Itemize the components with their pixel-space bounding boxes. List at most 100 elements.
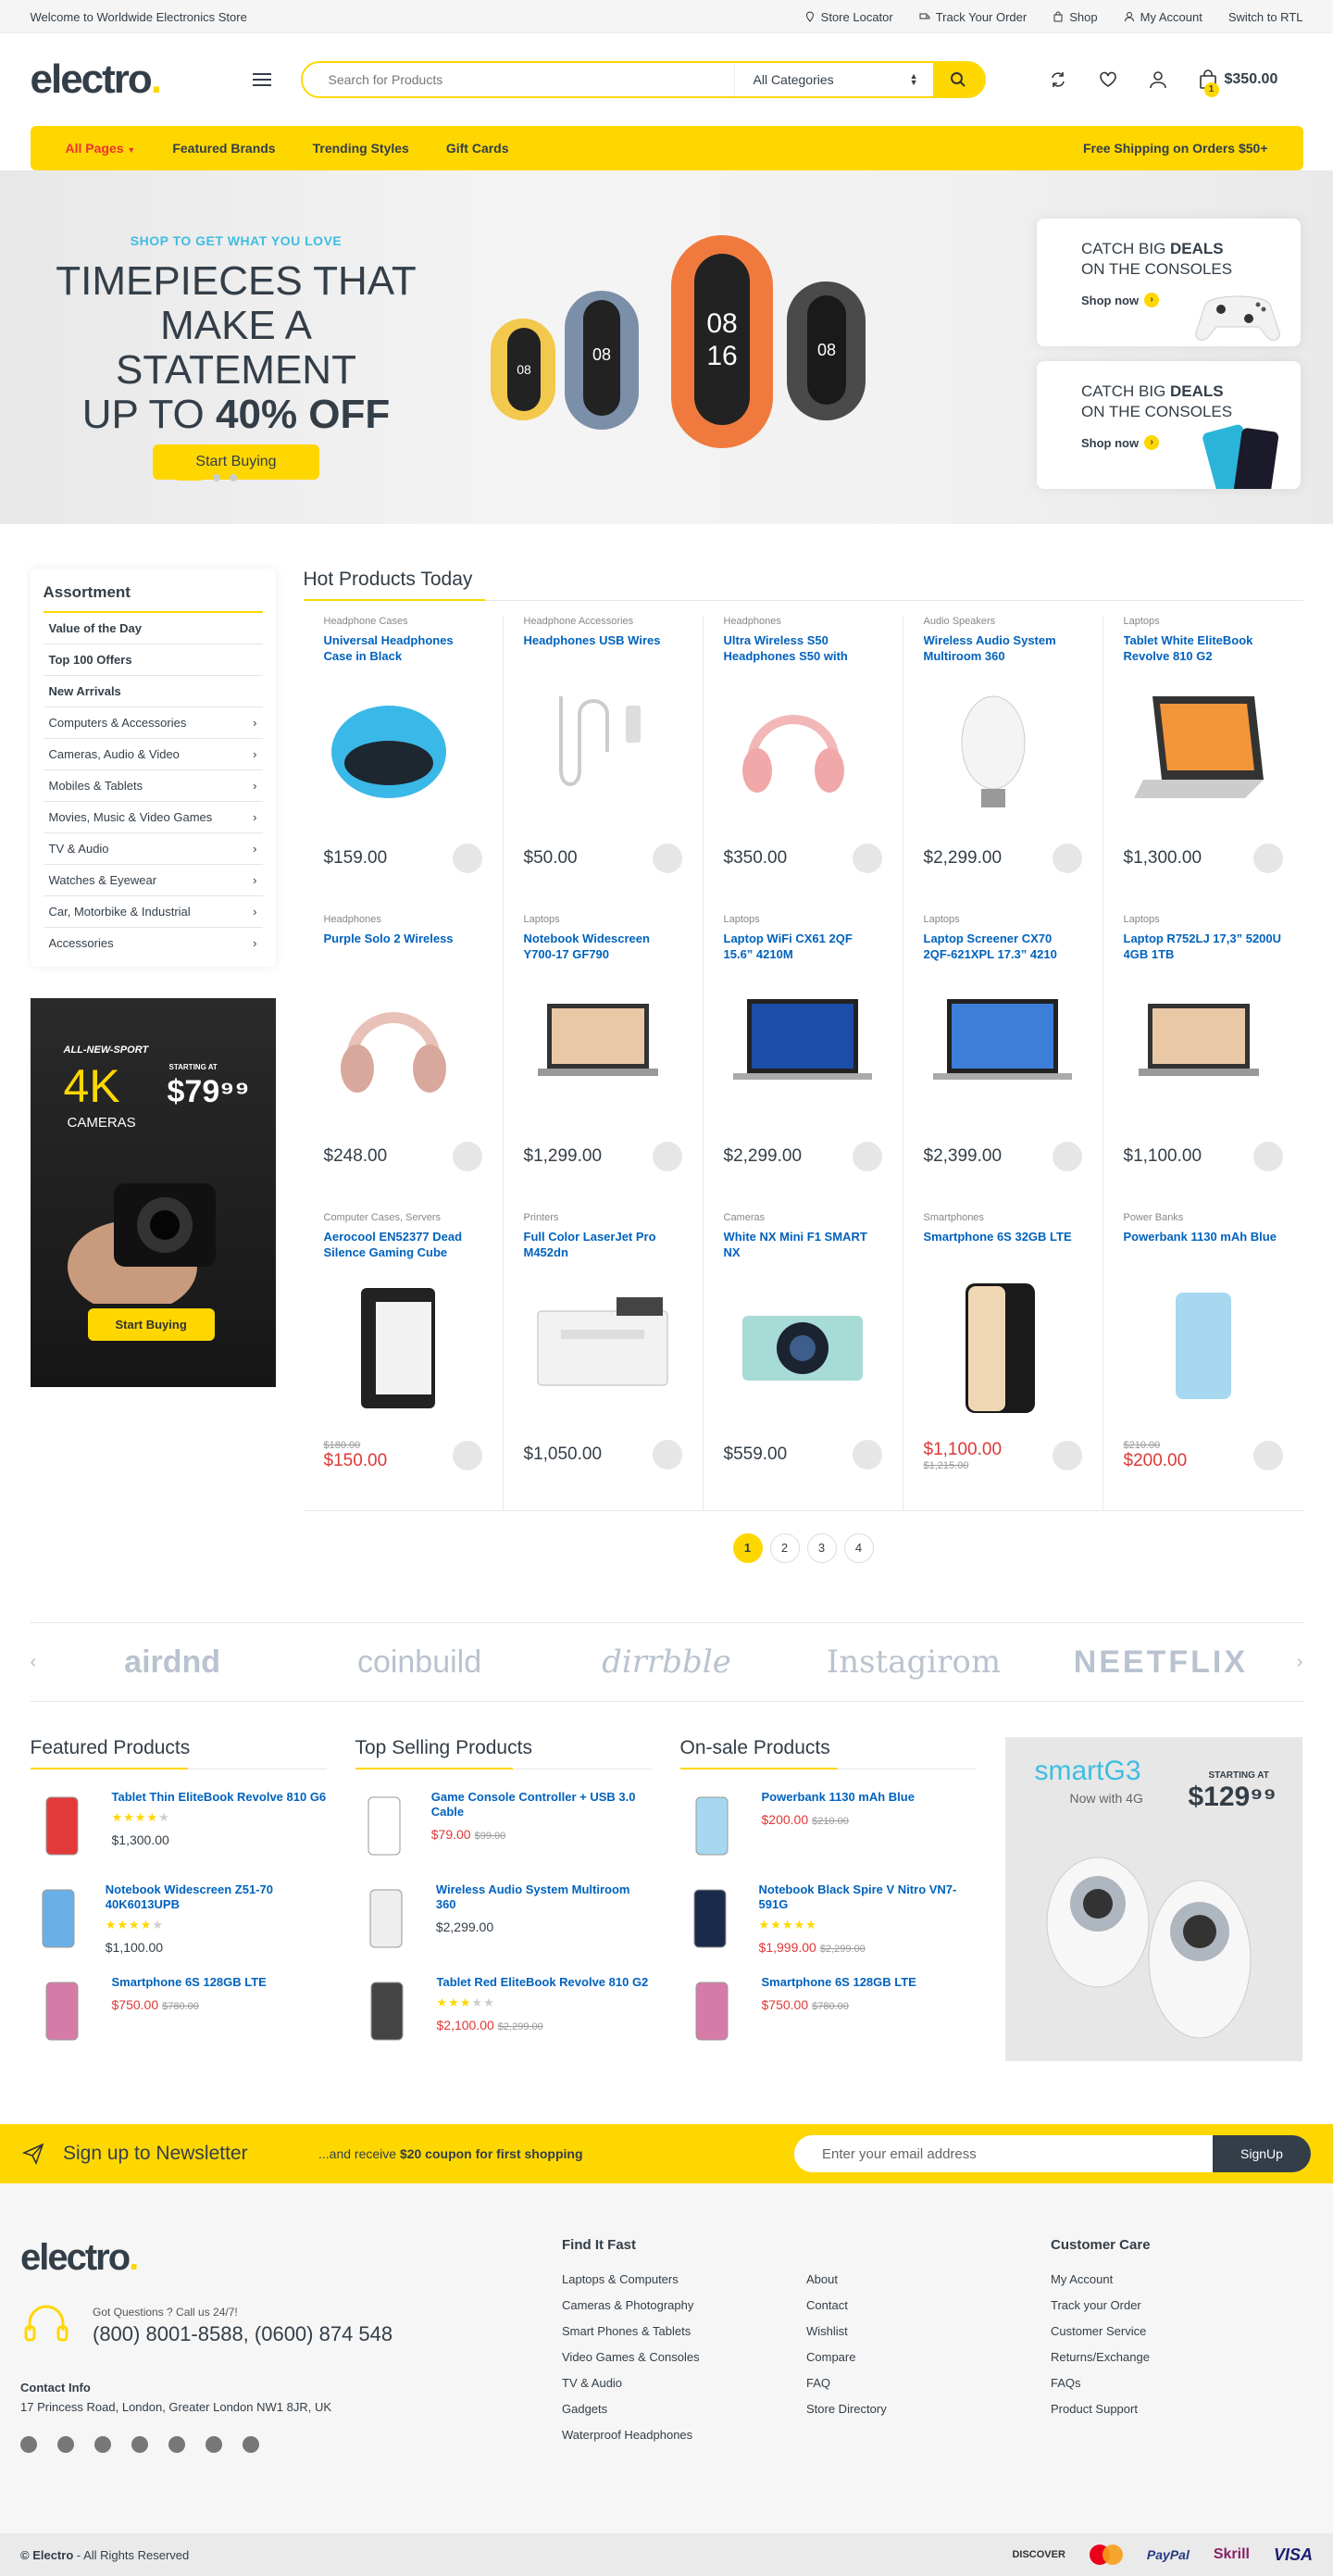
product-name[interactable]: White NX Mini F1 SMART NX: [724, 1229, 882, 1260]
list-item[interactable]: Notebook Black Spire V Nitro VN7-591G ★★★…: [680, 1882, 977, 1955]
product-category[interactable]: Computer Cases, Servers: [324, 1212, 482, 1223]
list-item-name[interactable]: Tablet Thin EliteBook Revolve 810 G6: [112, 1790, 327, 1805]
product-card[interactable]: Laptops Laptop WiFi CX61 2QF 15.6” 4210M $…: [704, 914, 903, 1212]
product-image[interactable]: [724, 673, 882, 821]
list-item-thumb[interactable]: [31, 1790, 93, 1862]
product-image[interactable]: [324, 673, 482, 821]
4k-cameras-ad[interactable]: ALL-NEW-SPORT 4K CAMERAS STARTING AT $79…: [30, 998, 276, 1387]
add-to-cart-icon[interactable]: [652, 1142, 682, 1171]
list-item-name[interactable]: Tablet Red EliteBook Revolve 810 G2: [437, 1975, 649, 1990]
cart-button[interactable]: 1 $350.00: [1199, 69, 1277, 97]
footer-link[interactable]: Compare: [806, 2350, 887, 2376]
product-image[interactable]: [524, 971, 682, 1119]
brand-logo[interactable]: coinbuild: [308, 1644, 530, 1681]
footer-link[interactable]: Gadgets: [562, 2402, 700, 2428]
list-item-thumb[interactable]: [680, 1882, 741, 1955]
sidebar-item-movies[interactable]: Movies, Music & Video Games ›: [43, 802, 263, 833]
footer-link[interactable]: Track your Order: [1051, 2298, 1151, 2324]
instagram-icon[interactable]: [168, 2436, 185, 2453]
product-card[interactable]: Laptops Laptop R752LJ 17,3” 5200U 4GB 1TB…: [1103, 914, 1303, 1212]
product-name[interactable]: Headphones USB Wires: [524, 632, 682, 664]
my-account-link[interactable]: My Account: [1124, 10, 1202, 24]
add-to-cart-icon[interactable]: [1052, 1142, 1082, 1171]
slider-dot-2[interactable]: [213, 474, 220, 481]
shop-link[interactable]: Shop: [1053, 10, 1098, 24]
footer-link[interactable]: FAQ: [806, 2376, 887, 2402]
product-category[interactable]: Audio Speakers: [924, 616, 1082, 627]
product-name[interactable]: Laptop Screener CX70 2QF-621XPL 17.3” 42…: [924, 931, 1082, 962]
footer-link[interactable]: Wishlist: [806, 2324, 887, 2350]
list-item-thumb[interactable]: [680, 1790, 743, 1862]
page-3[interactable]: 3: [806, 1533, 837, 1563]
search-input[interactable]: [302, 63, 734, 96]
add-to-cart-icon[interactable]: [852, 1440, 882, 1469]
product-category[interactable]: Headphones: [324, 914, 482, 925]
brand-logo[interactable]: dirrbble: [555, 1644, 778, 1681]
product-card[interactable]: Cameras White NX Mini F1 SMART NX $559.00: [704, 1212, 903, 1510]
promo-card-consoles-1[interactable]: CATCH BIG DEALS ON THE CONSOLES Shop now…: [1037, 219, 1301, 346]
brand-logo[interactable]: Instagirom: [803, 1644, 1025, 1681]
product-category[interactable]: Headphones: [724, 616, 882, 627]
chevron-left-icon[interactable]: ‹: [31, 1652, 37, 1673]
footer-link[interactable]: Returns/Exchange: [1051, 2350, 1151, 2376]
wishlist-heart-icon[interactable]: [1099, 70, 1117, 89]
list-item[interactable]: Smartphone 6S 128GB LTE $750.00 $780.00: [680, 1975, 977, 2047]
product-category[interactable]: Cameras: [724, 1212, 882, 1223]
compare-icon[interactable]: [1049, 70, 1067, 89]
list-item-name[interactable]: Notebook Black Spire V Nitro VN7-591G: [759, 1882, 977, 1912]
product-card[interactable]: Smartphones Smartphone 6S 32GB LTE $1,100.…: [903, 1212, 1103, 1510]
product-image[interactable]: [324, 1269, 482, 1418]
list-item-name[interactable]: Smartphone 6S 128GB LTE: [112, 1975, 267, 1990]
add-to-cart-icon[interactable]: [652, 1440, 682, 1469]
newsletter-email-input[interactable]: [794, 2135, 1213, 2172]
product-card[interactable]: Printers Full Color LaserJet Pro M452dn $1…: [504, 1212, 704, 1510]
product-name[interactable]: Laptop WiFi CX61 2QF 15.6” 4210M: [724, 931, 882, 962]
support-phone[interactable]: (800) 8001-8588, (0600) 874 548: [93, 2322, 392, 2346]
list-item[interactable]: Wireless Audio System Multiroom 360 $2,29…: [355, 1882, 652, 1955]
footer-link[interactable]: Laptops & Computers: [562, 2272, 700, 2298]
facebook-icon[interactable]: [20, 2436, 37, 2453]
product-category[interactable]: Printers: [524, 1212, 682, 1223]
product-image[interactable]: [924, 971, 1082, 1119]
page-2[interactable]: 2: [769, 1533, 800, 1563]
product-name[interactable]: Ultra Wireless S50 Headphones S50 with: [724, 632, 882, 664]
sidebar-item-new-arrivals[interactable]: New Arrivals: [43, 676, 263, 707]
menu-hamburger-icon[interactable]: [252, 69, 271, 90]
product-image[interactable]: [1124, 673, 1283, 821]
product-name[interactable]: Tablet White EliteBook Revolve 810 G2: [1124, 632, 1283, 664]
list-item[interactable]: Powerbank 1130 mAh Blue $200.00 $210.00: [680, 1790, 977, 1862]
list-item-thumb[interactable]: [355, 1790, 413, 1862]
sidebar-item-tv[interactable]: TV & Audio ›: [43, 833, 263, 865]
footer-link[interactable]: My Account: [1051, 2272, 1151, 2298]
list-item-thumb[interactable]: [31, 1882, 87, 1955]
product-name[interactable]: Full Color LaserJet Pro M452dn: [524, 1229, 682, 1260]
youtube-icon[interactable]: [206, 2436, 222, 2453]
product-card[interactable]: Computer Cases, Servers Aerocool EN52377 …: [304, 1212, 504, 1510]
product-image[interactable]: [924, 673, 1082, 821]
footer-link[interactable]: Store Directory: [806, 2402, 887, 2428]
footer-link[interactable]: FAQs: [1051, 2376, 1151, 2402]
brand-logo[interactable]: airdnd: [61, 1644, 283, 1681]
list-item-thumb[interactable]: [31, 1975, 93, 2047]
list-item[interactable]: Smartphone 6S 128GB LTE $750.00 $780.00: [31, 1975, 327, 2047]
product-name[interactable]: Wireless Audio System Multiroom 360: [924, 632, 1082, 664]
product-card[interactable]: Headphone Cases Universal Headphones Case…: [304, 616, 504, 914]
store-locator-link[interactable]: Store Locator: [804, 10, 893, 24]
add-to-cart-icon[interactable]: [1252, 1142, 1283, 1171]
product-name[interactable]: Laptop R752LJ 17,3” 5200U 4GB 1TB: [1124, 931, 1283, 962]
sidebar-item-car[interactable]: Car, Motorbike & Industrial ›: [43, 896, 263, 928]
product-card[interactable]: Laptops Notebook Widescreen Y700-17 GF790…: [504, 914, 704, 1212]
nav-trending-styles[interactable]: Trending Styles: [313, 141, 409, 156]
add-to-cart-icon[interactable]: [1252, 1441, 1283, 1470]
4k-start-buying-button[interactable]: Start Buying: [87, 1308, 215, 1341]
footer-link[interactable]: Customer Service: [1051, 2324, 1151, 2350]
list-item-thumb[interactable]: [680, 1975, 743, 2047]
product-image[interactable]: [524, 1269, 682, 1418]
add-to-cart-icon[interactable]: [452, 844, 482, 873]
add-to-cart-icon[interactable]: [852, 844, 882, 873]
add-to-cart-icon[interactable]: [452, 1142, 482, 1171]
product-image[interactable]: [924, 1269, 1082, 1418]
product-card[interactable]: Power Banks Powerbank 1130 mAh Blue $210.0…: [1103, 1212, 1303, 1510]
switch-rtl-link[interactable]: Switch to RTL: [1228, 10, 1303, 24]
list-item-name[interactable]: Wireless Audio System Multiroom 360: [436, 1882, 652, 1912]
